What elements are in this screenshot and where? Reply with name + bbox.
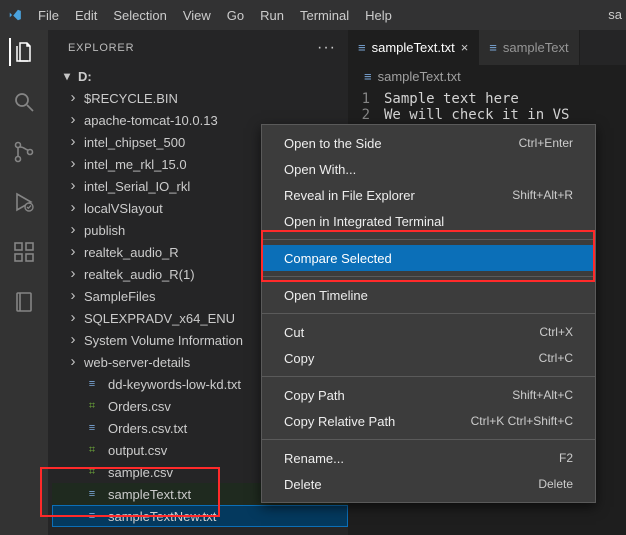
breadcrumb-label: sampleText.txt (378, 69, 461, 84)
file-icon: ≡ (364, 69, 372, 84)
editor-tab[interactable]: ≡sampleText.txt× (348, 30, 479, 65)
menubar: FileEditSelectionViewGoRunTerminalHelp (0, 0, 626, 30)
tree-root[interactable]: D: (52, 65, 348, 87)
file-icon: ≡ (358, 40, 366, 55)
app-icon (8, 8, 22, 22)
activity-bar (0, 30, 48, 535)
context-menu-item[interactable]: Open in Integrated Terminal (262, 208, 595, 234)
context-menu-separator (262, 376, 595, 377)
notebook-icon[interactable] (10, 288, 38, 316)
context-menu-item[interactable]: Compare Selected (262, 245, 595, 271)
context-menu-separator (262, 239, 595, 240)
context-menu-separator (262, 439, 595, 440)
context-menu: Open to the SideCtrl+EnterOpen With...Re… (261, 124, 596, 503)
code-line[interactable]: Sample text here (384, 91, 519, 107)
close-icon[interactable]: × (461, 40, 469, 55)
explorer-more-icon[interactable]: ··· (317, 39, 336, 57)
window-title-fragment: sa (608, 7, 622, 22)
context-menu-item[interactable]: DeleteDelete (262, 471, 595, 497)
menu-selection[interactable]: Selection (105, 4, 174, 27)
tree-file[interactable]: ≡sampleTextNew.txt (52, 505, 348, 527)
menu-run[interactable]: Run (252, 4, 292, 27)
context-menu-item[interactable]: Copy Relative PathCtrl+K Ctrl+Shift+C (262, 408, 595, 434)
breadcrumb[interactable]: ≡ sampleText.txt (348, 65, 626, 87)
menu-view[interactable]: View (175, 4, 219, 27)
explorer-title: EXPLORER (68, 42, 134, 54)
editor-tab[interactable]: ≡sampleText (479, 30, 579, 65)
context-menu-item[interactable]: Copy PathShift+Alt+C (262, 382, 595, 408)
tree-folder[interactable]: $RECYCLE.BIN (52, 87, 348, 109)
context-menu-item[interactable]: Reveal in File ExplorerShift+Alt+R (262, 182, 595, 208)
menu-go[interactable]: Go (219, 4, 252, 27)
context-menu-separator (262, 313, 595, 314)
context-menu-item[interactable]: Open to the SideCtrl+Enter (262, 130, 595, 156)
context-menu-item[interactable]: Open Timeline (262, 282, 595, 308)
menu-edit[interactable]: Edit (67, 4, 105, 27)
context-menu-item[interactable]: Open With... (262, 156, 595, 182)
file-icon: ≡ (489, 40, 497, 55)
context-menu-item[interactable]: CutCtrl+X (262, 319, 595, 345)
menu-help[interactable]: Help (357, 4, 400, 27)
menu-terminal[interactable]: Terminal (292, 4, 357, 27)
code-line[interactable]: We will check it in VS (384, 107, 569, 123)
editor-tabs: ≡sampleText.txt×≡sampleText (348, 30, 626, 65)
source-control-icon[interactable] (10, 138, 38, 166)
line-number: 2 (348, 107, 384, 123)
context-menu-item[interactable]: Rename...F2 (262, 445, 595, 471)
context-menu-item[interactable]: CopyCtrl+C (262, 345, 595, 371)
extensions-icon[interactable] (10, 238, 38, 266)
context-menu-separator (262, 276, 595, 277)
explorer-icon[interactable] (9, 38, 37, 66)
menu-file[interactable]: File (30, 4, 67, 27)
search-icon[interactable] (10, 88, 38, 116)
line-number: 1 (348, 91, 384, 107)
run-debug-icon[interactable] (10, 188, 38, 216)
